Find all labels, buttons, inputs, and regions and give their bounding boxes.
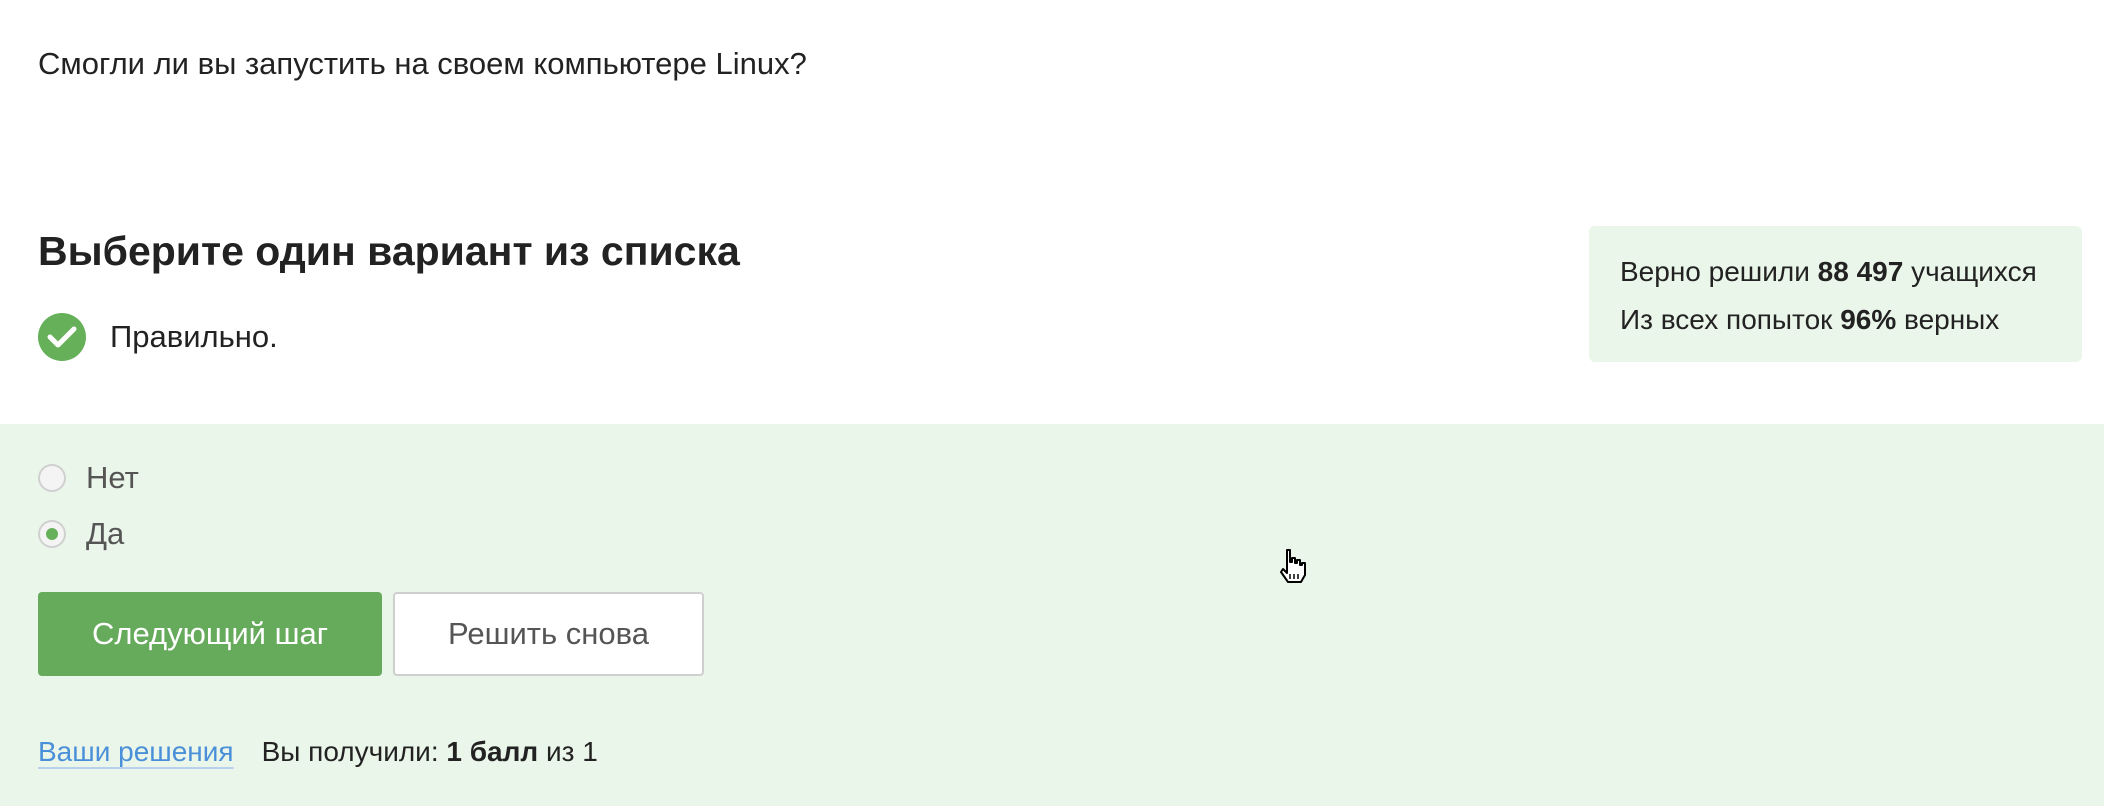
score-value: 1 балл bbox=[446, 736, 539, 767]
hand-cursor-icon bbox=[1280, 549, 1306, 583]
solve-again-button[interactable]: Решить снова bbox=[393, 592, 704, 676]
stats-solved-prefix: Верно решили bbox=[1620, 256, 1810, 287]
radio-selected-dot bbox=[46, 528, 58, 540]
result-row: Правильно. bbox=[38, 312, 278, 362]
your-solutions-link[interactable]: Ваши решения bbox=[38, 736, 234, 768]
stats-solved-count: 88 497 bbox=[1817, 256, 1904, 287]
stats-attempts-prefix: Из всех попыток bbox=[1620, 304, 1833, 335]
option-yes-label: Да bbox=[86, 516, 125, 551]
option-no-label: Нет bbox=[86, 460, 139, 495]
score-prefix: Вы получили: bbox=[261, 736, 439, 767]
radio-no[interactable] bbox=[38, 464, 66, 492]
footer: Ваши решения Вы получили: 1 балл из 1 bbox=[38, 736, 598, 768]
option-no[interactable]: Нет bbox=[38, 460, 139, 496]
stats-solved-suffix: учащихся bbox=[1911, 256, 2037, 287]
stats-solved-line: Верно решили 88 497 учащихся bbox=[1620, 248, 2082, 296]
check-circle-icon bbox=[38, 313, 86, 361]
stats-attempts-percent: 96% bbox=[1840, 304, 1897, 335]
radio-yes[interactable] bbox=[38, 520, 66, 548]
answer-area: Нет Да Следующий шаг Решить снова Ваши р… bbox=[0, 424, 2104, 806]
stats-panel: Верно решили 88 497 учащихся Из всех поп… bbox=[1589, 226, 2082, 362]
score-suffix: из 1 bbox=[545, 736, 598, 767]
quiz-title: Выберите один вариант из списка bbox=[38, 228, 740, 274]
question-text: Смогли ли вы запустить на своем компьюте… bbox=[38, 46, 807, 81]
next-step-button[interactable]: Следующий шаг bbox=[38, 592, 382, 676]
stats-attempts-line: Из всех попыток 96% верных bbox=[1620, 296, 2082, 344]
option-yes[interactable]: Да bbox=[38, 516, 124, 552]
stats-attempts-suffix: верных bbox=[1904, 304, 2000, 335]
result-text: Правильно. bbox=[110, 319, 278, 354]
